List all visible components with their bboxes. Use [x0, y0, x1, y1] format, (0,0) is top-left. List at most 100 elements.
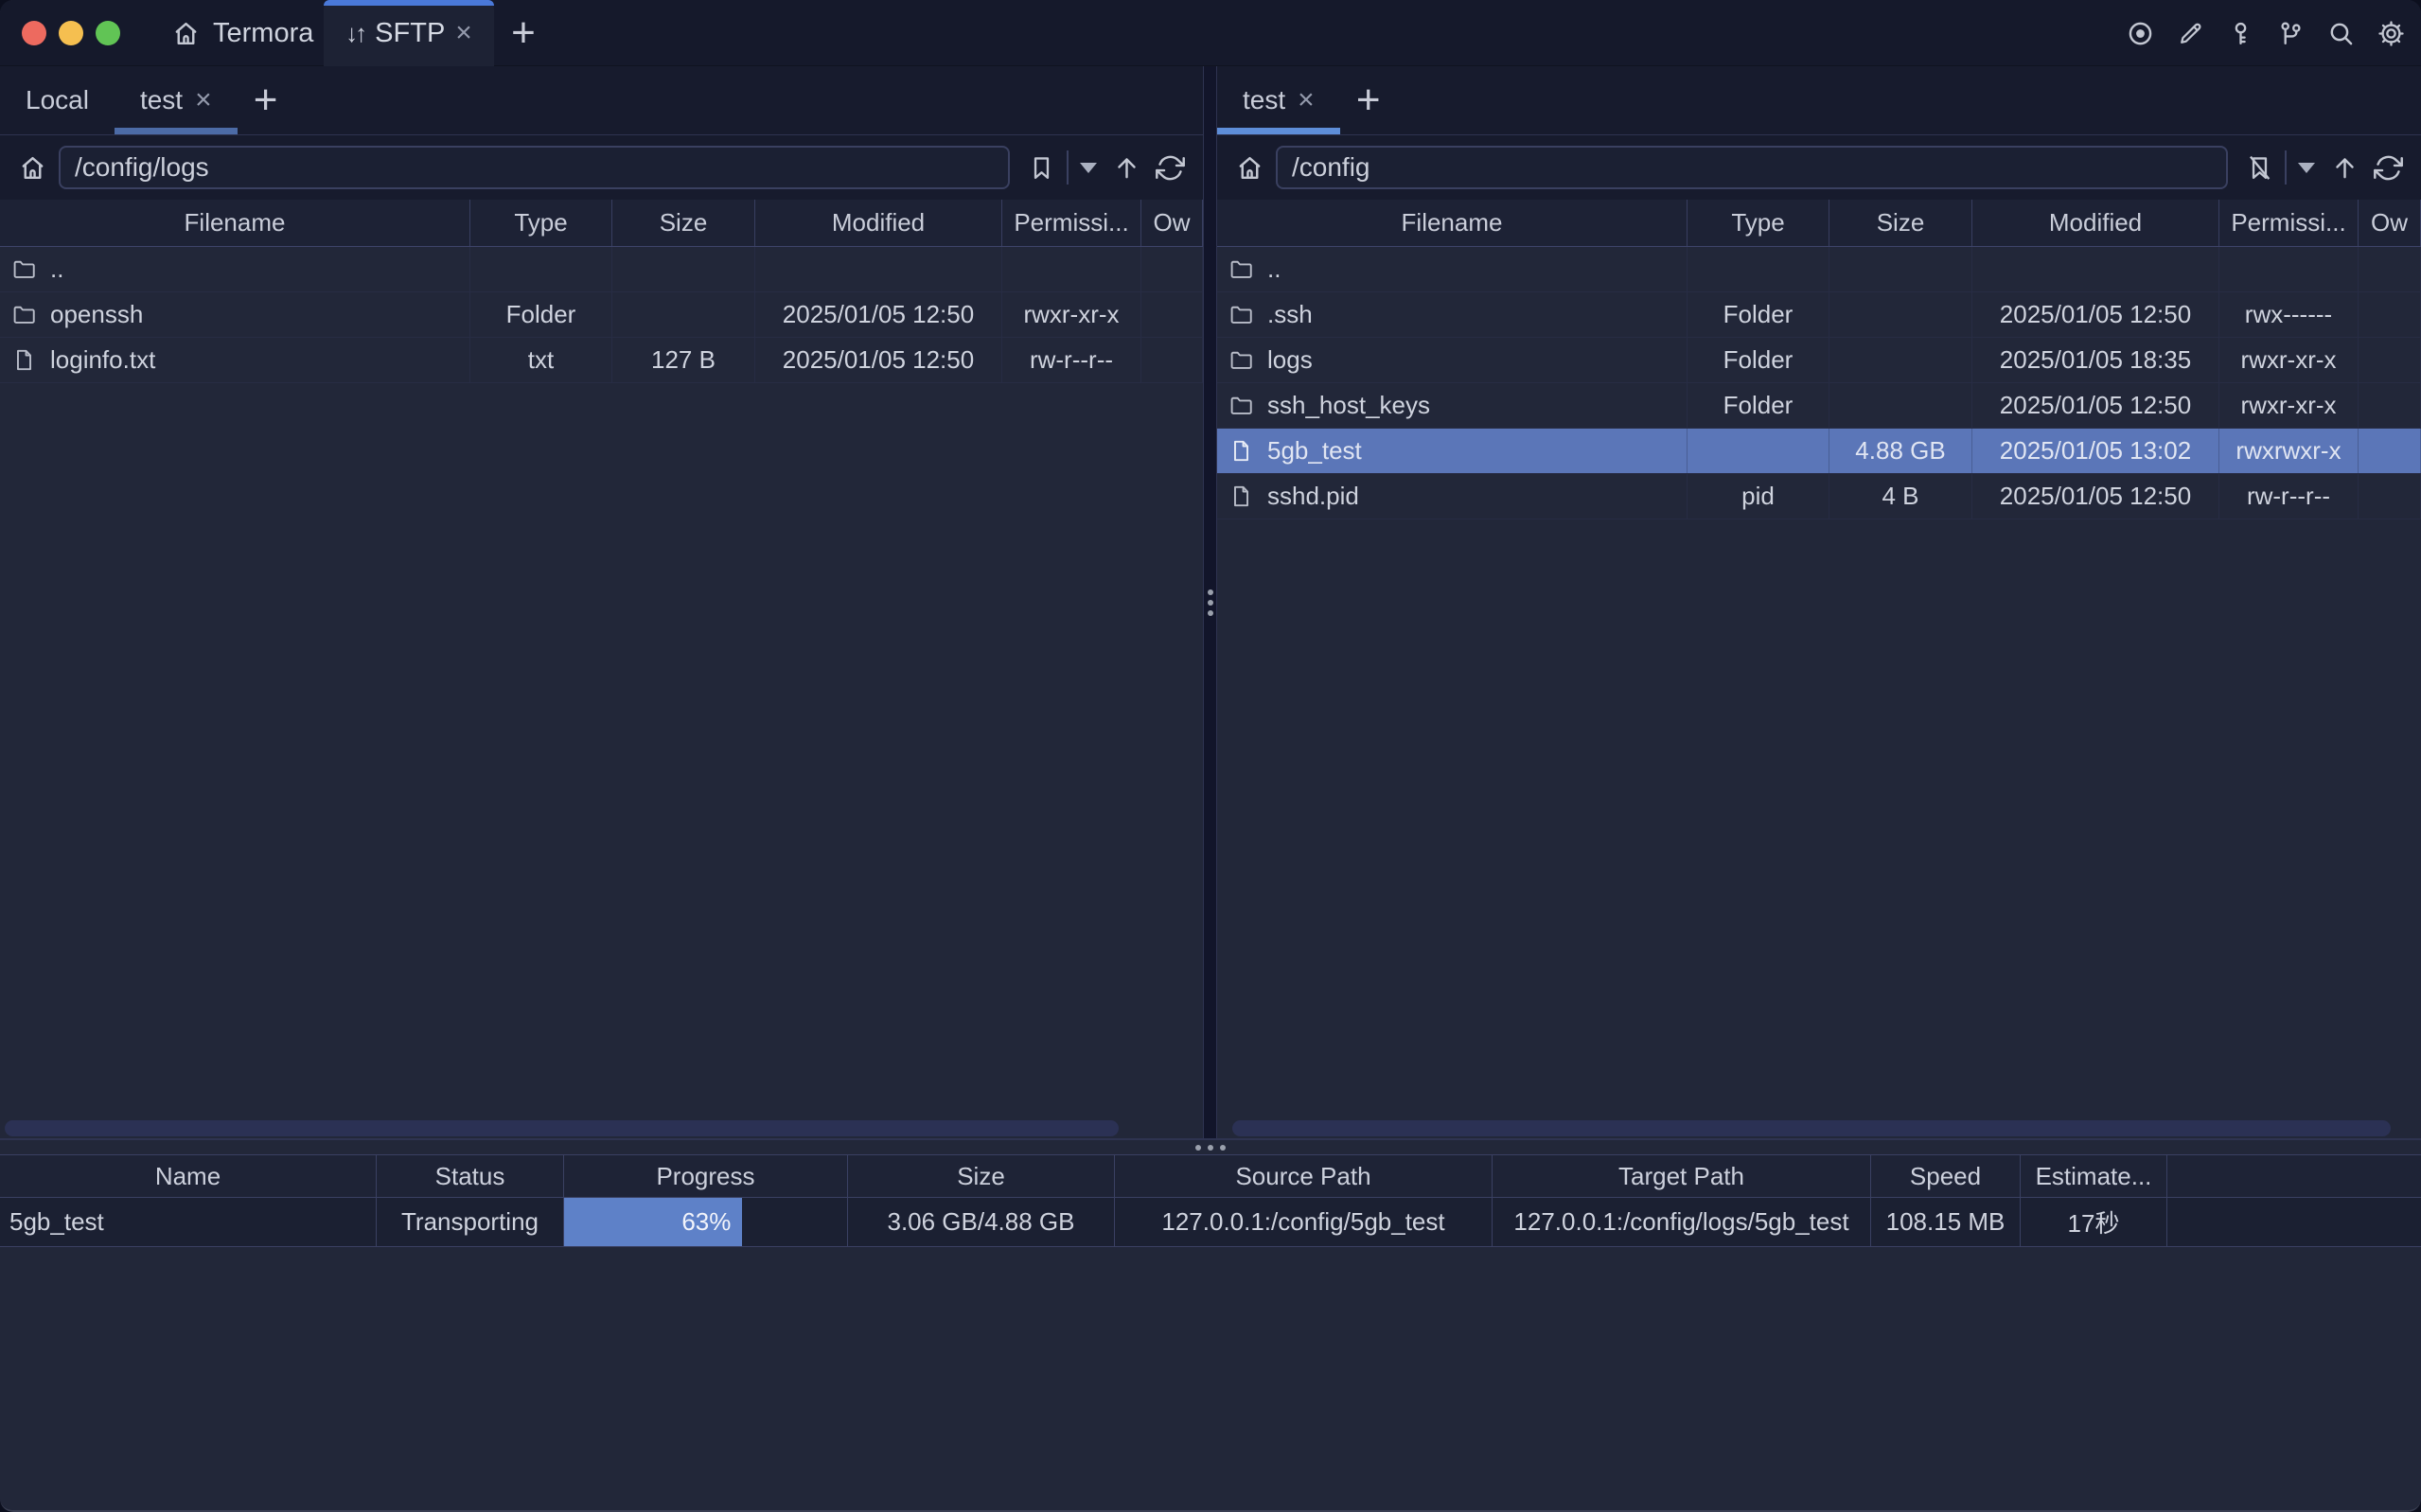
- left-new-tab-button[interactable]: +: [238, 66, 294, 134]
- col-owner[interactable]: Ow: [2359, 200, 2421, 246]
- col-size[interactable]: Size: [612, 200, 755, 246]
- tab-test-close-icon[interactable]: ×: [195, 86, 212, 114]
- bookmark-icon[interactable]: [1019, 146, 1063, 189]
- grip-dot: [1208, 1145, 1213, 1151]
- tab-termora[interactable]: Termora: [163, 0, 321, 66]
- left-home-button[interactable]: [11, 153, 53, 183]
- panel-resize-handle[interactable]: [0, 1140, 2421, 1154]
- col-size[interactable]: Size: [848, 1155, 1115, 1197]
- close-window-button[interactable]: [22, 21, 46, 45]
- col-type[interactable]: Type: [1688, 200, 1829, 246]
- col-filename[interactable]: Filename: [0, 200, 470, 246]
- file-owner: [2359, 429, 2421, 473]
- file-type: Folder: [1688, 383, 1829, 428]
- col-source-path[interactable]: Source Path: [1115, 1155, 1493, 1197]
- transfer-estimate: 17秒: [2021, 1198, 2167, 1246]
- transfer-speed: 108.15 MB: [1871, 1198, 2021, 1246]
- folder-icon: [11, 256, 37, 282]
- col-permissions[interactable]: Permissi...: [1002, 200, 1141, 246]
- col-modified[interactable]: Modified: [755, 200, 1002, 246]
- col-modified[interactable]: Modified: [1972, 200, 2219, 246]
- folder-icon: [1228, 256, 1254, 282]
- col-name[interactable]: Name: [0, 1155, 377, 1197]
- transfer-progress-cell: 63%: [564, 1198, 848, 1246]
- file-owner: [2359, 338, 2421, 382]
- table-row-selected[interactable]: 5gb_test 4.88 GB 2025/01/05 13:02 rwxrwx…: [1217, 429, 2421, 474]
- left-path-actions: [1019, 146, 1192, 189]
- file-type: [470, 247, 612, 291]
- transfer-name: 5gb_test: [0, 1198, 377, 1246]
- tab-test-label: test: [1243, 85, 1285, 115]
- tab-termora-label: Termora: [213, 18, 313, 49]
- chevron-down-icon[interactable]: [2298, 163, 2315, 173]
- col-target-path[interactable]: Target Path: [1493, 1155, 1871, 1197]
- key-icon[interactable]: [2225, 18, 2255, 48]
- file-icon: [11, 347, 37, 373]
- transfer-row[interactable]: 5gb_test Transporting 63% 3.06 GB/4.88 G…: [0, 1198, 2421, 1247]
- chevron-down-icon[interactable]: [1080, 163, 1097, 173]
- right-home-button[interactable]: [1228, 153, 1270, 183]
- file-permissions: rw-r--r--: [1002, 338, 1141, 382]
- right-horizontal-scrollbar[interactable]: [1232, 1120, 2391, 1136]
- edit-icon[interactable]: [2175, 18, 2205, 48]
- table-row[interactable]: loginfo.txt txt 127 B 2025/01/05 12:50 r…: [0, 338, 1203, 383]
- up-directory-icon[interactable]: [2323, 146, 2366, 189]
- file-owner: [2359, 247, 2421, 291]
- right-path-input[interactable]: /config: [1276, 146, 2228, 189]
- zoom-window-button[interactable]: [96, 21, 120, 45]
- tab-test-left[interactable]: test ×: [115, 66, 238, 134]
- minimize-window-button[interactable]: [59, 21, 83, 45]
- col-size[interactable]: Size: [1829, 200, 1972, 246]
- tab-sftp-close-icon[interactable]: ×: [455, 19, 472, 47]
- transfer-arrows-icon: ↓↑: [345, 19, 364, 48]
- file-size: [1829, 338, 1972, 382]
- file-permissions: rwxr-xr-x: [1002, 292, 1141, 337]
- transfer-panel: Name Status Progress Size Source Path Ta…: [0, 1138, 2421, 1510]
- table-row[interactable]: .ssh Folder 2025/01/05 12:50 rwx------: [1217, 292, 2421, 338]
- col-progress[interactable]: Progress: [564, 1155, 848, 1197]
- file-modified: 2025/01/05 18:35: [1972, 338, 2219, 382]
- refresh-icon[interactable]: [1148, 146, 1192, 189]
- table-row[interactable]: openssh Folder 2025/01/05 12:50 rwxr-xr-…: [0, 292, 1203, 338]
- record-icon[interactable]: [2125, 18, 2155, 48]
- col-permissions[interactable]: Permissi...: [2219, 200, 2359, 246]
- new-window-tab-button[interactable]: +: [500, 0, 547, 66]
- grip-dot: [1195, 1145, 1201, 1151]
- right-path-actions: [2237, 146, 2410, 189]
- right-table-header: Filename Type Size Modified Permissi... …: [1217, 200, 2421, 247]
- table-row[interactable]: ssh_host_keys Folder 2025/01/05 12:50 rw…: [1217, 383, 2421, 429]
- table-row[interactable]: ..: [1217, 247, 2421, 292]
- up-directory-icon[interactable]: [1104, 146, 1148, 189]
- transfer-target-path: 127.0.0.1:/config/logs/5gb_test: [1493, 1198, 1871, 1246]
- col-type[interactable]: Type: [470, 200, 612, 246]
- left-horizontal-scrollbar[interactable]: [5, 1120, 1119, 1136]
- tab-test-right[interactable]: test ×: [1217, 66, 1340, 134]
- pane-resize-handle[interactable]: [1203, 66, 1217, 1138]
- right-pane-tabs: test × +: [1217, 66, 2421, 135]
- folder-icon: [1228, 393, 1254, 418]
- col-speed[interactable]: Speed: [1871, 1155, 2021, 1197]
- col-filename[interactable]: Filename: [1217, 200, 1688, 246]
- table-row[interactable]: logs Folder 2025/01/05 18:35 rwxr-xr-x: [1217, 338, 2421, 383]
- right-file-table: Filename Type Size Modified Permissi... …: [1217, 200, 2421, 519]
- refresh-icon[interactable]: [2366, 146, 2410, 189]
- col-status[interactable]: Status: [377, 1155, 564, 1197]
- col-estimate[interactable]: Estimate...: [2021, 1155, 2167, 1197]
- branch-icon[interactable]: [2275, 18, 2306, 48]
- search-icon[interactable]: [2325, 18, 2356, 48]
- grip-dot: [1208, 610, 1213, 616]
- right-path-bar: /config: [1217, 135, 2421, 200]
- tab-local[interactable]: Local: [0, 66, 115, 134]
- file-modified: 2025/01/05 12:50: [1972, 474, 2219, 519]
- file-type: [1688, 429, 1829, 473]
- left-path-input[interactable]: /config/logs: [59, 146, 1010, 189]
- col-owner[interactable]: Ow: [1141, 200, 1203, 246]
- table-row[interactable]: ..: [0, 247, 1203, 292]
- tab-test-close-icon[interactable]: ×: [1298, 86, 1315, 114]
- tab-sftp[interactable]: ↓↑ SFTP ×: [324, 0, 494, 66]
- gear-icon[interactable]: [2376, 18, 2406, 48]
- table-row[interactable]: sshd.pid pid 4 B 2025/01/05 12:50 rw-r--…: [1217, 474, 2421, 519]
- bookmark-slash-icon[interactable]: [2237, 146, 2281, 189]
- folder-icon: [11, 302, 37, 327]
- right-new-tab-button[interactable]: +: [1340, 66, 1397, 134]
